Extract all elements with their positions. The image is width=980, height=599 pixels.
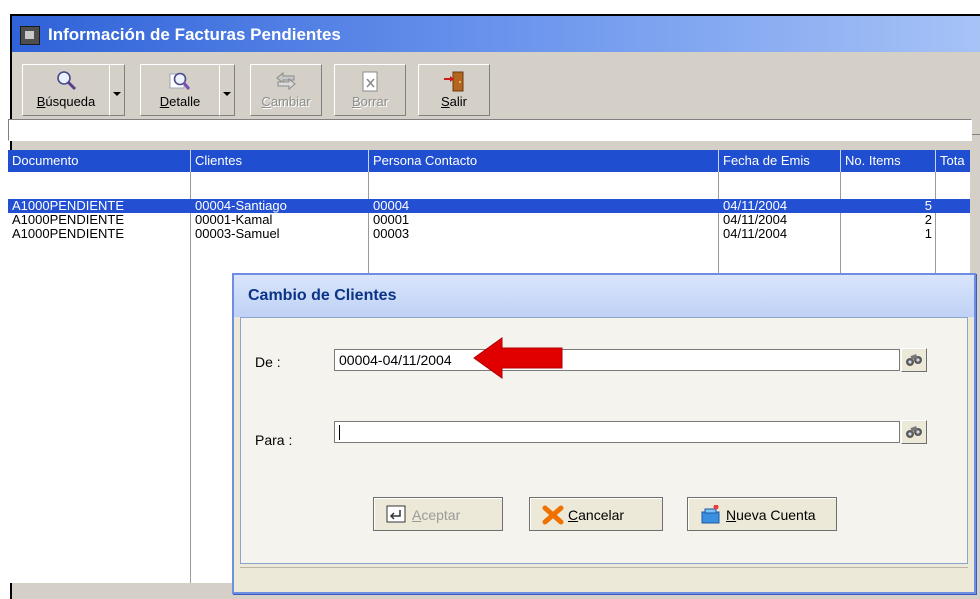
text-caret — [339, 425, 340, 440]
change-button-label: ambiar — [270, 94, 311, 109]
detail-button[interactable]: Detalle — [140, 64, 220, 116]
dialog-body: De : 00004-04/11/2004 Para : Aceptar Can… — [240, 317, 968, 564]
cell-items: 2 — [924, 213, 932, 227]
grid-header: Documento Clientes Persona Contacto Fech… — [8, 150, 970, 172]
col-header-clientes[interactable]: Clientes — [191, 150, 369, 172]
cancel-button[interactable]: Cancelar — [529, 497, 663, 531]
delete-button-accel: B — [351, 94, 361, 109]
accept-button[interactable]: Aceptar — [373, 497, 503, 531]
table-row[interactable]: A1000PENDIENTE 00001-Kamal 00001 04/11/2… — [8, 213, 970, 227]
exit-button-accel: S — [440, 94, 450, 109]
cell-fecha: 04/11/2004 — [723, 213, 788, 227]
new-account-icon — [700, 504, 722, 528]
search-button-label: úsqueda — [45, 94, 96, 109]
cell-documento: A1000PENDIENTE — [12, 199, 124, 213]
change-client-dialog: Cambio de Clientes De : 00004-04/11/2004… — [232, 273, 976, 594]
cell-fecha: 04/11/2004 — [723, 199, 788, 213]
from-label: De : — [255, 354, 281, 370]
delete-button-label: orrar — [360, 94, 389, 109]
cell-contacto: 00003 — [373, 227, 410, 241]
col-header-fecha[interactable]: Fecha de Emis — [719, 150, 841, 172]
cancel-button-accel: C — [568, 507, 579, 523]
cancel-button-label: ancelar — [578, 507, 625, 523]
cell-fecha: 04/11/2004 — [723, 227, 788, 241]
detail-dropdown-arrow[interactable] — [219, 64, 235, 116]
new-account-button-label: ueva Cuenta — [736, 507, 816, 523]
table-row[interactable]: A1000PENDIENTE 00003-Samuel 00003 04/11/… — [8, 227, 970, 241]
col-header-total[interactable]: Tota — [936, 150, 970, 172]
window-title: Información de Facturas Pendientes — [48, 25, 341, 44]
col-header-documento[interactable]: Documento — [8, 150, 191, 172]
exchange-icon — [274, 70, 298, 95]
search-dropdown-arrow[interactable] — [109, 64, 125, 116]
cancel-x-icon — [542, 505, 564, 528]
accept-button-accel: A — [412, 507, 422, 523]
cell-documento: A1000PENDIENTE — [12, 213, 124, 227]
exit-door-icon — [442, 70, 466, 97]
cell-cliente: 00004-Santiago — [195, 199, 287, 213]
from-field[interactable]: 00004-04/11/2004 — [334, 349, 900, 371]
binoculars-icon — [906, 426, 922, 438]
exit-button[interactable]: Salir — [418, 64, 490, 116]
new-account-button[interactable]: Nueva Cuenta — [687, 497, 837, 531]
detail-button-label: etalle — [169, 94, 201, 109]
col-header-items[interactable]: No. Items — [841, 150, 936, 172]
to-field[interactable] — [334, 421, 900, 443]
cell-contacto: 00001 — [373, 213, 410, 227]
detail-button-accel: D — [159, 94, 170, 109]
new-account-button-accel: N — [726, 507, 737, 523]
change-button-accel: C — [261, 94, 271, 109]
dialog-status-bar — [240, 567, 968, 588]
dialog-title-bar[interactable]: Cambio de Clientes — [234, 275, 974, 317]
binoculars-icon — [906, 354, 922, 366]
dialog-title: Cambio de Clientes — [248, 287, 397, 304]
magnifier-icon — [55, 70, 77, 95]
accept-button-label: ceptar — [421, 507, 461, 523]
app-icon — [20, 26, 40, 45]
delete-document-icon — [359, 70, 381, 97]
cell-items: 5 — [924, 199, 932, 213]
to-label: Para : — [255, 432, 293, 448]
red-arrow-annotation — [473, 337, 563, 379]
cell-contacto: 00004 — [373, 199, 410, 213]
search-button[interactable]: Búsqueda — [22, 64, 110, 116]
from-lookup-button[interactable] — [901, 348, 927, 372]
delete-button[interactable]: Borrar — [334, 64, 406, 116]
to-lookup-button[interactable] — [901, 420, 927, 444]
filter-strip[interactable] — [8, 119, 972, 141]
exit-button-label: alir — [449, 94, 467, 109]
enter-key-icon — [386, 505, 406, 526]
cell-items: 1 — [924, 227, 932, 241]
cell-cliente: 00001-Kamal — [195, 213, 273, 227]
cell-documento: A1000PENDIENTE — [12, 227, 124, 241]
col-header-persona-contacto[interactable]: Persona Contacto — [369, 150, 719, 172]
change-button[interactable]: Cambiar — [250, 64, 322, 116]
detail-magnifier-icon — [168, 70, 192, 95]
title-bar[interactable]: Información de Facturas Pendientes — [12, 16, 980, 52]
cell-cliente: 00003-Samuel — [195, 227, 280, 241]
table-row[interactable]: A1000PENDIENTE 00004-Santiago 00004 04/1… — [8, 199, 970, 213]
